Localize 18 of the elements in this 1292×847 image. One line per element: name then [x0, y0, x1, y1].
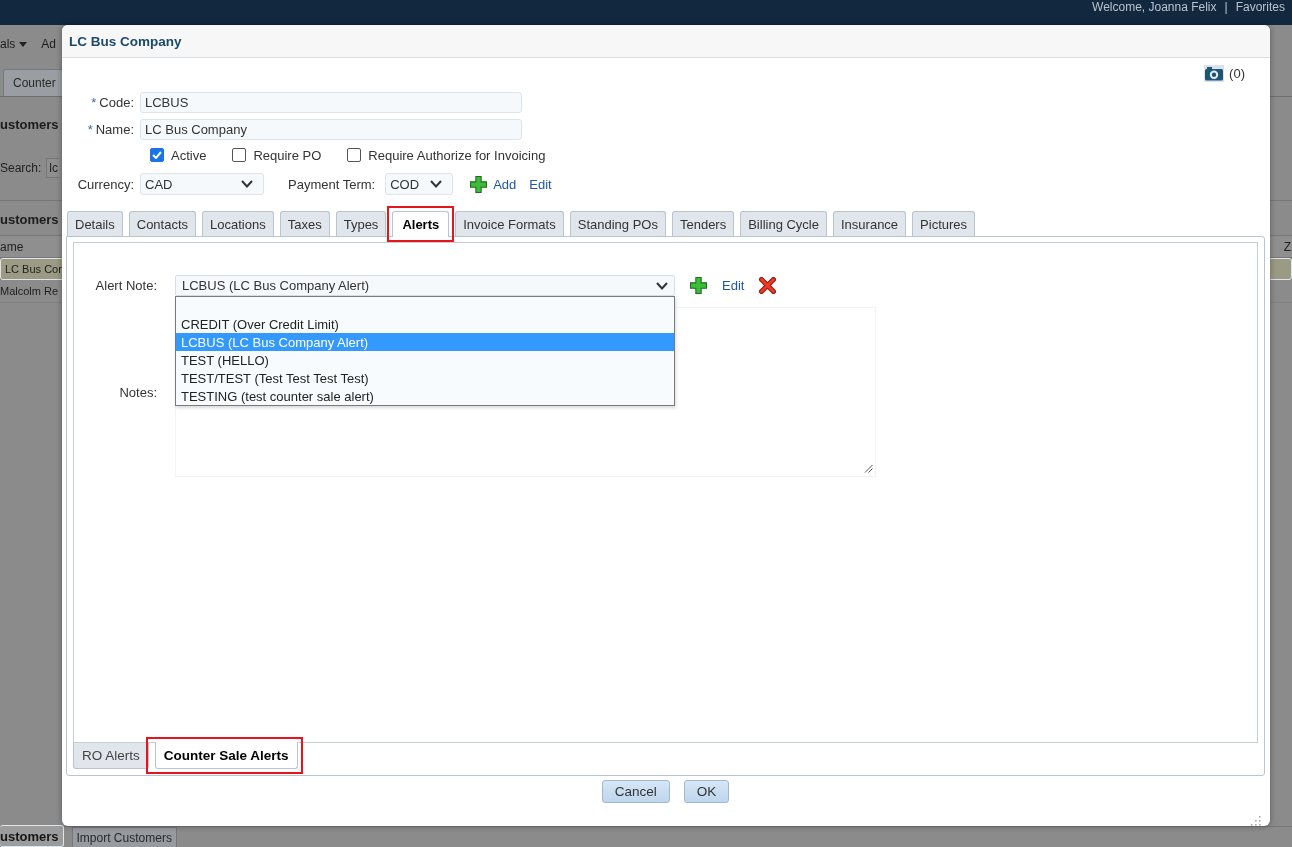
checkbox-label: Active — [171, 147, 207, 163]
list-title: ustomers — [0, 212, 59, 228]
separator: | — [1224, 0, 1228, 14]
section-title: ustomers — [0, 117, 59, 133]
field-label: Payment Term: — [288, 176, 376, 192]
search-label: Search: — [0, 161, 42, 175]
field-label: * Name: — [86, 122, 134, 137]
field-label: Alert Note: — [94, 278, 157, 293]
table-cell: LC Bus Cor — [5, 263, 62, 275]
welcome-text: Welcome, Joanna Felix — [1092, 0, 1217, 14]
field-label: Currency: — [76, 176, 134, 192]
checkbox-label: Require Authorize for Invoicing — [368, 147, 546, 163]
attachment-count: (0) — [1229, 65, 1245, 81]
field-label: * Code: — [90, 95, 134, 110]
field-label: Notes: — [118, 384, 157, 400]
table-cell: Malcolm Re — [0, 285, 59, 297]
dialog-title: LC Bus Company — [69, 33, 182, 49]
checkbox-label: Require PO — [253, 147, 322, 163]
